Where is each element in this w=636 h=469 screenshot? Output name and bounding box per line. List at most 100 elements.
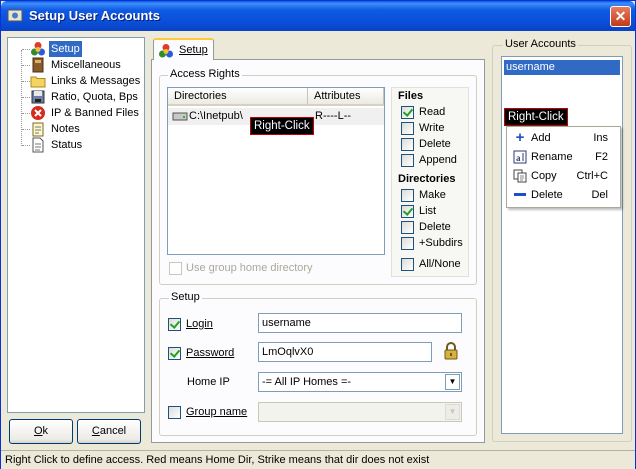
- menu-item-copy[interactable]: Copy Ctrl+C: [507, 167, 620, 186]
- banned-icon: [31, 106, 45, 120]
- home-ip-label: Home IP: [187, 376, 230, 388]
- dirs-make-checkbox[interactable]: [401, 189, 414, 202]
- dirs-delete-label: Delete: [419, 221, 451, 233]
- chevron-down-icon[interactable]: ▼: [445, 374, 460, 390]
- cancel-label: ancel: [99, 425, 127, 437]
- menu-item-delete[interactable]: Delete Del: [507, 186, 620, 205]
- files-delete-label: Delete: [419, 138, 451, 150]
- files-delete-checkbox[interactable]: [401, 138, 414, 151]
- tree-item-label: Setup: [49, 41, 82, 57]
- menu-item-add[interactable]: + Add Ins: [507, 129, 620, 148]
- directories-list[interactable]: Directories Attributes C:\Inetpub\ R----…: [167, 87, 385, 255]
- tree-connector: [22, 65, 30, 66]
- use-group-home-label: Use group home directory: [186, 262, 313, 274]
- dirs-make-label: Make: [419, 189, 446, 201]
- menu-item-label: Copy: [531, 170, 557, 182]
- notepad-icon: [32, 122, 44, 137]
- status-text: Right Click to define access. Red means …: [5, 454, 430, 466]
- rename-icon: a: [513, 150, 527, 164]
- dirs-list-label: List: [419, 205, 437, 217]
- menu-item-shortcut: Ins: [593, 132, 608, 144]
- user-context-menu: + Add Ins a Rename F2 Copy Ctrl+C Delete…: [506, 126, 621, 208]
- disk-icon: [31, 90, 45, 104]
- lock-icon[interactable]: [443, 341, 459, 361]
- title-bar[interactable]: Setup User Accounts ✕: [1, 1, 635, 31]
- drive-icon: [172, 112, 188, 121]
- files-append-label: Append: [419, 154, 457, 166]
- files-append-checkbox[interactable]: [401, 154, 414, 167]
- tree-connector: [22, 81, 30, 82]
- menu-item-label: Rename: [531, 151, 573, 163]
- access-rights-title: Access Rights: [168, 68, 242, 80]
- group-name-label: Group name: [186, 406, 248, 418]
- user-accounts-title: User Accounts: [503, 38, 578, 50]
- tree-connector: [22, 49, 30, 50]
- password-label: Password: [186, 347, 235, 359]
- tree-item-label: Miscellaneous: [51, 59, 121, 71]
- all-none-checkbox[interactable]: [401, 258, 414, 271]
- dirs-delete-checkbox[interactable]: [401, 221, 414, 234]
- tab-label: Setup: [179, 44, 208, 56]
- files-read-checkbox[interactable]: [401, 106, 414, 119]
- login-field[interactable]: username: [258, 313, 462, 333]
- dirs-subdirs-checkbox[interactable]: [401, 237, 414, 250]
- tree-item-label: Status: [51, 139, 83, 151]
- copy-icon: [513, 169, 527, 183]
- password-checkbox[interactable]: [168, 347, 181, 360]
- files-read-label: Read: [419, 106, 446, 118]
- colored-balls-icon: [159, 44, 173, 58]
- dirs-list-checkbox[interactable]: [401, 205, 414, 218]
- directory-attributes: R----L--: [315, 110, 352, 122]
- chevron-down-icon[interactable]: ▼: [445, 404, 460, 420]
- tree-connector: [22, 113, 30, 114]
- tab-setup[interactable]: Setup: [153, 38, 214, 60]
- dirs-subdirs-label: +Subdirs: [419, 237, 463, 249]
- minus-icon: [513, 188, 527, 202]
- ok-label: k: [42, 425, 49, 437]
- plus-icon: +: [515, 129, 525, 146]
- cancel-button[interactable]: Cancel: [77, 419, 141, 444]
- user-list-item[interactable]: username: [504, 60, 620, 75]
- setup-user-accounts-window: Setup User Accounts ✕ Setup Miscellaneou…: [0, 0, 636, 469]
- close-icon: ✕: [614, 8, 627, 24]
- tree-item-label: Ratio, Quota, Bps: [51, 91, 138, 103]
- menu-item-shortcut: Ctrl+C: [576, 170, 608, 182]
- tree-connector: [22, 129, 30, 130]
- column-header-attributes[interactable]: Attributes: [308, 88, 384, 106]
- folder-icon: [30, 76, 46, 88]
- use-group-home-checkbox[interactable]: [169, 262, 182, 275]
- group-name-select[interactable]: ▼: [258, 402, 462, 422]
- ok-mnemonic: O: [33, 425, 43, 437]
- directory-path: C:\Inetpub\: [189, 110, 243, 122]
- tree-connector: [22, 145, 30, 146]
- directories-title: Directories: [398, 173, 456, 185]
- column-header-directories[interactable]: Directories: [168, 88, 308, 106]
- app-icon: [7, 9, 23, 22]
- cancel-mnemonic: C: [91, 425, 100, 437]
- ok-button[interactable]: Ok: [9, 419, 73, 444]
- home-ip-select[interactable]: -= All IP Homes =- ▼: [258, 372, 462, 392]
- right-click-badge: Right-Click: [250, 117, 314, 135]
- document-icon: [32, 137, 44, 153]
- right-click-badge: Right-Click: [504, 108, 568, 126]
- tree-item-label: Links & Messages: [51, 75, 141, 87]
- menu-item-rename[interactable]: a Rename F2: [507, 148, 620, 167]
- menu-item-shortcut: Del: [591, 189, 608, 201]
- status-bar: Right Click to define access. Red means …: [1, 450, 635, 469]
- tree-item-label: IP & Banned Files: [51, 107, 139, 119]
- book-icon: [32, 57, 44, 73]
- svg-text:a: a: [516, 153, 521, 163]
- settings-tree[interactable]: Setup Miscellaneous Links & Messages Rat…: [7, 37, 145, 413]
- login-checkbox[interactable]: [168, 318, 181, 331]
- files-title: Files: [398, 90, 424, 102]
- tree-item-label: Notes: [51, 123, 80, 135]
- group-name-checkbox[interactable]: [168, 406, 181, 419]
- setup-group-title: Setup: [169, 291, 202, 303]
- files-write-checkbox[interactable]: [401, 122, 414, 135]
- close-button[interactable]: ✕: [610, 6, 631, 27]
- login-label: Login: [186, 318, 213, 330]
- password-field[interactable]: LmOqlvX0: [258, 342, 432, 362]
- menu-item-shortcut: F2: [595, 151, 608, 163]
- colored-balls-icon: [31, 42, 45, 56]
- home-ip-value: -= All IP Homes =-: [262, 376, 352, 388]
